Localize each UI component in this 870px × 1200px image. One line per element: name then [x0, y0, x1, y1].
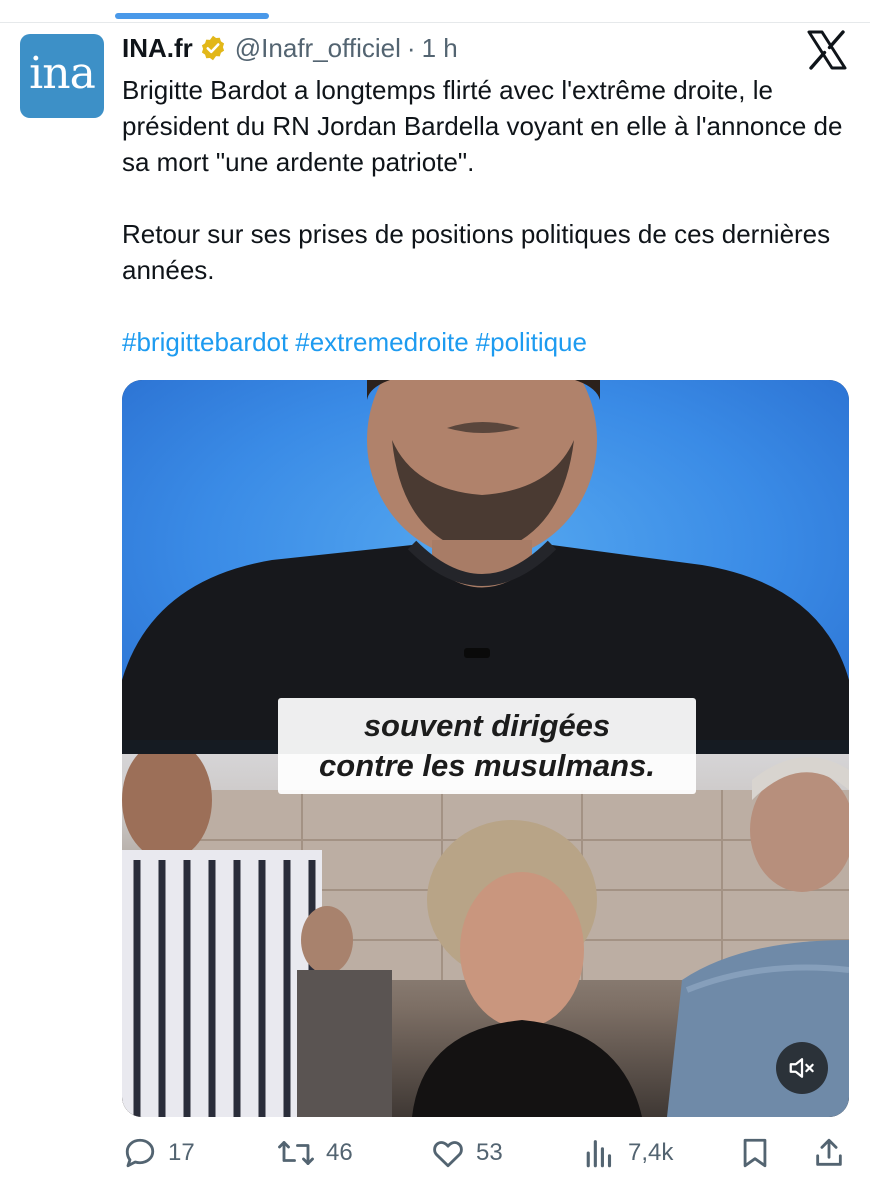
action-bar: 17 46 53 7,4k [0, 1130, 870, 1176]
author-handle[interactable]: @Inafr_officiel [235, 33, 401, 64]
hashtag-link[interactable]: #extremedroite [295, 327, 468, 357]
video-player[interactable]: souvent dirigées contre les musulmans. [122, 380, 849, 1117]
verified-badge-icon [201, 35, 224, 61]
hashtag-link[interactable]: #politique [476, 327, 587, 357]
separator-dot: · [406, 32, 416, 63]
crowd-scene [122, 740, 849, 1117]
reply-button[interactable]: 17 [122, 1130, 195, 1176]
video-subtitle: souvent dirigées contre les musulmans. [278, 698, 696, 794]
tweet-paragraph-2: Retour sur ses prises de positions polit… [122, 219, 831, 285]
tweet-timestamp[interactable]: 1 h [422, 33, 458, 64]
hashtag-link[interactable]: #brigittebardot [122, 327, 288, 357]
tab-indicator [115, 13, 269, 19]
reply-icon [125, 1138, 155, 1168]
bookmark-button[interactable] [738, 1130, 772, 1176]
repost-count: 46 [326, 1139, 353, 1166]
view-count: 7,4k [628, 1139, 674, 1166]
man-in-sweater-figure [122, 380, 849, 750]
tweet-header: INA.fr @Inafr_officiel · 1 h [122, 32, 458, 64]
like-button[interactable]: 53 [430, 1130, 503, 1176]
avatar[interactable]: ina [20, 34, 104, 118]
tweet-text: Brigitte Bardot a longtemps flirté avec … [122, 72, 852, 360]
reply-count: 17 [168, 1139, 195, 1166]
like-count: 53 [476, 1139, 503, 1166]
tweet-paragraph-1: Brigitte Bardot a longtemps flirté avec … [122, 75, 843, 177]
views-button[interactable]: 7,4k [584, 1130, 673, 1176]
video-frame-top [122, 380, 849, 750]
views-icon [586, 1140, 612, 1168]
x-logo-icon[interactable] [806, 30, 848, 70]
speaker-muted-icon [789, 1058, 814, 1078]
subtitle-line-2: contre les musulmans. [319, 748, 655, 783]
hashtag-list: #brigittebardot #extremedroite #politique [122, 324, 852, 360]
repost-icon [278, 1141, 314, 1165]
author-name[interactable]: INA.fr [122, 33, 193, 64]
repost-button[interactable]: 46 [276, 1130, 353, 1176]
share-icon [816, 1138, 842, 1166]
subtitle-line-1: souvent dirigées [363, 708, 611, 743]
video-frame-bottom [122, 740, 849, 1117]
top-bar [0, 0, 870, 23]
bookmark-icon [743, 1138, 767, 1168]
mute-button[interactable] [776, 1042, 828, 1094]
avatar-logo-text: ina [29, 47, 96, 99]
heart-icon [433, 1141, 463, 1168]
share-button[interactable] [812, 1130, 846, 1176]
